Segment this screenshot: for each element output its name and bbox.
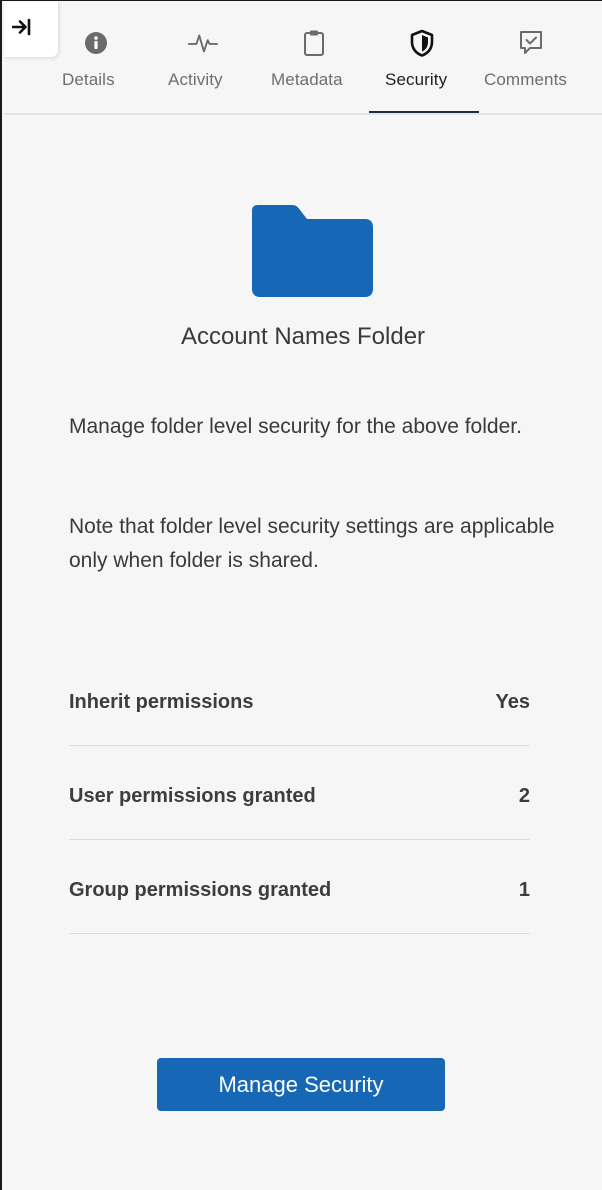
shield-icon xyxy=(407,28,437,58)
permission-row-user: User permissions granted 2 xyxy=(69,785,530,840)
tab-security-label: Security xyxy=(385,70,448,89)
permission-label: User permissions granted xyxy=(69,785,316,807)
permission-row-inherit: Inherit permissions Yes xyxy=(69,691,530,746)
tab-metadata-label: Metadata xyxy=(271,70,343,89)
folder-name: Account Names Folder xyxy=(180,323,426,350)
details-side-panel: Details Activity Metadata Security Comme… xyxy=(0,0,602,1190)
permission-value: 1 xyxy=(518,879,530,901)
tab-activity-label: Activity xyxy=(168,70,223,89)
tab-security[interactable]: Security xyxy=(369,2,479,115)
permission-row-group: Group permissions granted 1 xyxy=(69,879,530,934)
tab-comments-label: Comments xyxy=(484,70,567,89)
permission-label: Inherit permissions xyxy=(69,691,254,713)
manage-security-button[interactable]: Manage Security xyxy=(157,1058,445,1111)
permission-label: Group permissions granted xyxy=(69,879,332,901)
activity-icon xyxy=(188,28,218,58)
tab-details[interactable]: Details xyxy=(59,2,131,114)
permission-value: 2 xyxy=(518,785,530,807)
tab-activity[interactable]: Activity xyxy=(166,2,242,114)
tab-comments[interactable]: Comments xyxy=(483,2,583,114)
collapse-panel-button[interactable] xyxy=(4,2,59,58)
security-description: Manage folder level security for the abo… xyxy=(69,415,522,438)
tab-details-label: Details xyxy=(62,70,115,89)
tab-bar-divider xyxy=(4,113,602,115)
tab-metadata[interactable]: Metadata xyxy=(269,2,359,114)
collapse-right-icon xyxy=(11,18,32,41)
tab-bar: Details Activity Metadata Security Comme… xyxy=(59,2,602,115)
comment-check-icon xyxy=(516,28,546,58)
folder-icon xyxy=(252,205,374,297)
clipboard-icon xyxy=(299,28,329,58)
security-note: Note that folder level security settings… xyxy=(69,515,555,572)
info-icon xyxy=(81,28,111,58)
permission-value: Yes xyxy=(495,691,530,713)
